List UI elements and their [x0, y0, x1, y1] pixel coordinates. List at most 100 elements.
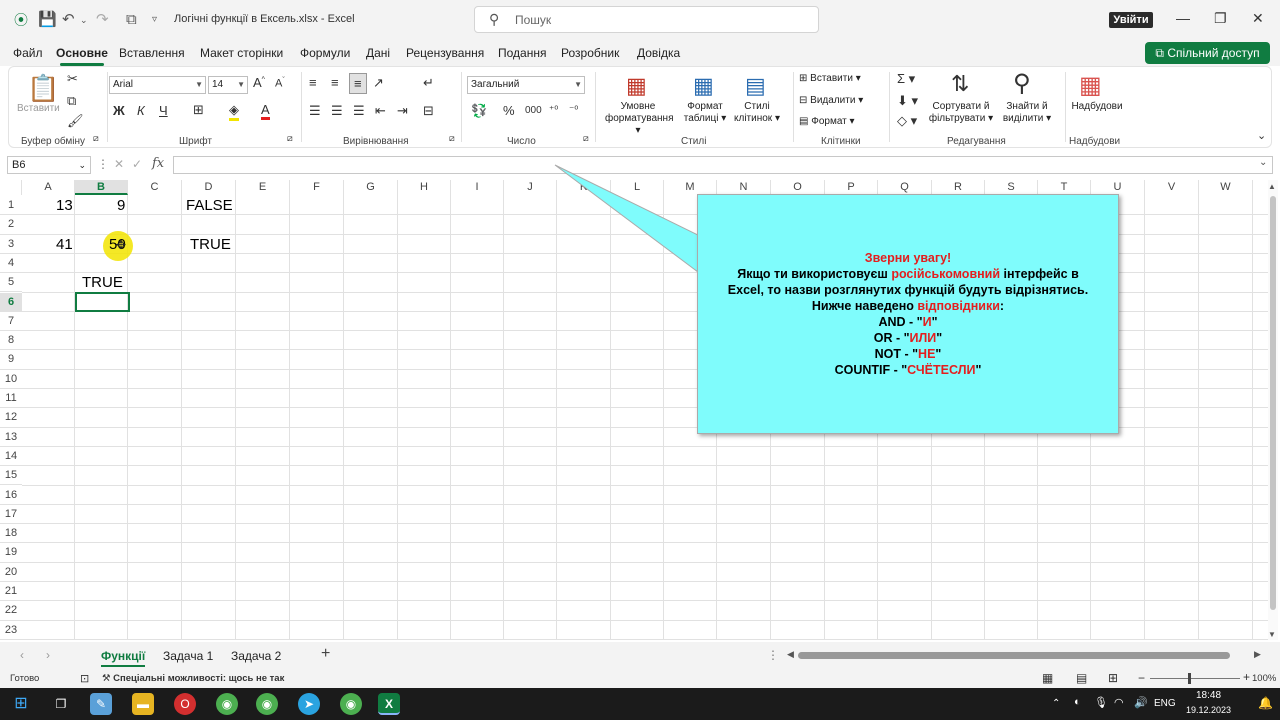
name-box[interactable]: B6 ⌄: [7, 156, 91, 174]
row-header-15[interactable]: 15: [0, 466, 22, 486]
scroll-up-icon[interactable]: ▲: [1268, 182, 1276, 191]
clipboard-launcher-icon[interactable]: ⧄: [93, 133, 99, 144]
tab-developer[interactable]: Розробник: [561, 46, 619, 60]
column-header-q[interactable]: Q: [878, 180, 932, 195]
task-view-icon[interactable]: ❐: [50, 693, 72, 715]
conditional-format-icon[interactable]: ▦: [626, 73, 647, 99]
autosave-icon[interactable]: ⦿: [14, 10, 28, 30]
windows-start-icon[interactable]: ⊞: [10, 693, 32, 715]
clock-date[interactable]: 19.12.2023: [1186, 705, 1231, 715]
scroll-right-icon[interactable]: ▶: [1254, 649, 1261, 660]
chrome-icon[interactable]: ◉: [216, 693, 238, 715]
notes-app-icon[interactable]: ✎: [90, 693, 112, 715]
align-center-icon[interactable]: ☰: [331, 103, 343, 119]
vertical-scroll-thumb[interactable]: [1270, 196, 1276, 610]
wifi-icon[interactable]: ◠: [1114, 696, 1124, 709]
font-name-select[interactable]: Arial ▼: [109, 76, 206, 94]
format-table-icon[interactable]: ▦: [693, 73, 714, 99]
customize-qat-icon[interactable]: ▿: [152, 10, 157, 30]
column-header-u[interactable]: U: [1091, 180, 1145, 195]
number-format-select[interactable]: Загальний ▼: [467, 76, 585, 94]
search-box[interactable]: ⚲ Пошук: [474, 6, 819, 33]
tabs-splitter-icon[interactable]: ⋮: [767, 648, 779, 662]
macro-record-icon[interactable]: ⊡: [80, 672, 89, 685]
column-header-f[interactable]: F: [290, 180, 344, 195]
cell-B5[interactable]: TRUE: [82, 273, 123, 292]
close-icon[interactable]: ✕: [1252, 10, 1264, 27]
signin-button[interactable]: Увійти: [1109, 12, 1153, 28]
column-header-s[interactable]: S: [985, 180, 1038, 195]
tab-page-layout[interactable]: Макет сторінки: [200, 46, 283, 60]
opera-icon[interactable]: O: [174, 693, 196, 715]
decrease-decimal-icon[interactable]: ⁻⁰: [569, 105, 578, 116]
quick-access-extra-icon[interactable]: ⧉: [126, 10, 137, 30]
zoom-slider-thumb[interactable]: [1188, 673, 1191, 684]
cell-B1[interactable]: 9: [117, 196, 125, 215]
row-header-21[interactable]: 21: [0, 582, 22, 602]
decrease-font-icon[interactable]: Aˇ: [275, 77, 285, 90]
more-options-icon[interactable]: ⋮: [97, 157, 109, 171]
undo-dropdown-icon[interactable]: ⌄: [80, 10, 88, 30]
maximize-icon[interactable]: ❐: [1214, 10, 1227, 27]
sheet-tab-task1[interactable]: Задача 1: [163, 649, 213, 663]
font-color-icon[interactable]: A: [261, 102, 270, 120]
sheet-tab-task2[interactable]: Задача 2: [231, 649, 281, 663]
column-header-v[interactable]: V: [1145, 180, 1199, 195]
sort-filter-label[interactable]: Сортувати й фільтрувати ▾: [927, 101, 995, 125]
row-header-2[interactable]: 2: [0, 215, 22, 235]
column-header-a[interactable]: A: [22, 180, 75, 195]
cell-D3[interactable]: TRUE: [190, 235, 231, 254]
tab-formulas[interactable]: Формули: [300, 46, 350, 60]
alignment-launcher-icon[interactable]: ⧄: [449, 133, 455, 144]
paste-icon[interactable]: 📋: [27, 73, 59, 104]
tray-overflow-icon[interactable]: ⌃: [1052, 698, 1060, 709]
collapse-ribbon-icon[interactable]: ⌄: [1257, 129, 1266, 142]
row-header-3[interactable]: 3: [0, 235, 22, 254]
row-header-8[interactable]: 8: [0, 331, 22, 351]
zoom-out-icon[interactable]: −: [1138, 671, 1145, 685]
underline-icon[interactable]: Ч: [159, 103, 168, 118]
row-header-22[interactable]: 22: [0, 601, 22, 621]
percent-icon[interactable]: %: [503, 103, 515, 118]
volume-icon[interactable]: 🔊: [1134, 696, 1148, 709]
format-table-label[interactable]: Формат таблиці ▾: [679, 101, 731, 125]
row-header-10[interactable]: 10: [0, 370, 22, 389]
number-launcher-icon[interactable]: ⧄: [583, 133, 589, 144]
cell-styles-icon[interactable]: ▤: [745, 73, 766, 99]
column-header-p[interactable]: P: [825, 180, 878, 195]
align-bottom-icon[interactable]: ≡: [349, 73, 367, 94]
row-header-13[interactable]: 13: [0, 428, 22, 447]
comma-style-icon[interactable]: 000: [525, 105, 542, 116]
merge-center-icon[interactable]: ⊟: [423, 103, 434, 119]
paste-label[interactable]: Вставити: [17, 103, 60, 115]
tray-app-icon[interactable]: ◐: [1074, 696, 1081, 708]
column-header-o[interactable]: O: [771, 180, 825, 195]
row-header-16[interactable]: 16: [0, 486, 22, 505]
chrome-profile2-icon[interactable]: ◉: [256, 693, 278, 715]
sheet-tab-functions[interactable]: Функції: [101, 649, 146, 667]
column-header-w[interactable]: W: [1199, 180, 1253, 195]
undo-icon[interactable]: ↶: [62, 10, 75, 30]
orientation-icon[interactable]: ↗: [373, 75, 384, 91]
fill-color-icon[interactable]: ◈: [229, 102, 239, 121]
cancel-entry-icon[interactable]: ✕: [114, 157, 124, 171]
row-header-18[interactable]: 18: [0, 524, 22, 544]
accessibility-status[interactable]: ⚒ Спеціальні можливості: щось не так: [102, 673, 284, 684]
find-select-label[interactable]: Знайти й виділити ▾: [999, 101, 1055, 125]
borders-icon[interactable]: ⊞: [193, 102, 204, 118]
active-cell-B6[interactable]: [75, 292, 130, 312]
row-header-12[interactable]: 12: [0, 408, 22, 428]
increase-indent-icon[interactable]: ⇥: [397, 103, 408, 119]
tab-home[interactable]: Основне: [56, 46, 108, 66]
input-language[interactable]: ENG: [1154, 698, 1176, 709]
column-header-r[interactable]: R: [932, 180, 985, 195]
page-layout-view-icon[interactable]: ▤: [1076, 671, 1087, 685]
row-header-9[interactable]: 9: [0, 350, 22, 370]
find-select-icon[interactable]: ⚲: [1013, 69, 1031, 98]
autosum-icon[interactable]: Σ ▾: [897, 71, 915, 87]
increase-decimal-icon[interactable]: ⁺⁰: [549, 105, 558, 116]
delete-cells-button[interactable]: ⊟ Видалити ▾: [799, 95, 863, 107]
format-painter-icon[interactable]: 🖌: [67, 113, 84, 129]
cell-A3[interactable]: 41: [56, 235, 73, 254]
cut-icon[interactable]: ✂: [67, 71, 78, 87]
